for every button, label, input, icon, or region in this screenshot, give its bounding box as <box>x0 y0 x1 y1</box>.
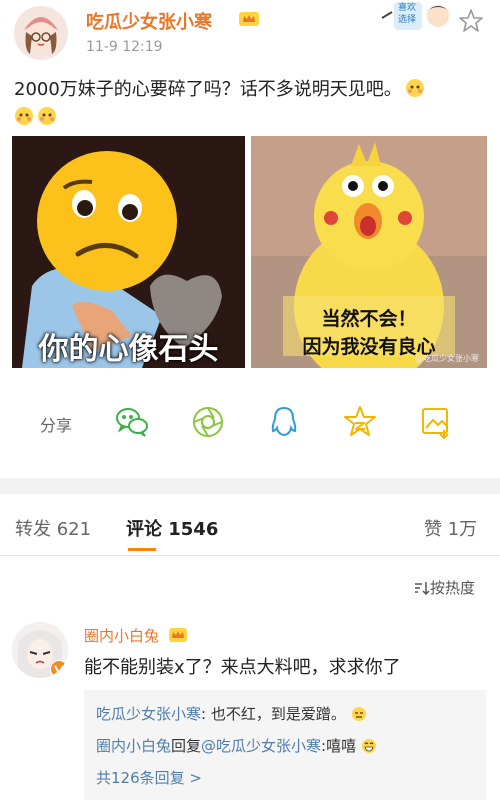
reply-2-mention[interactable]: @吃瓜少女张小寒 <box>201 737 321 755</box>
reply-2-text: :嘻嘻 <box>321 737 357 755</box>
reply-1-author[interactable]: 吃瓜少女张小寒 <box>96 705 201 723</box>
verified-v-icon <box>50 660 68 678</box>
tab-likes[interactable]: 赞 1万 <box>424 515 477 541</box>
speechless-emoji-icon <box>351 706 367 722</box>
image-2-watermark: @吃瓜少女张小寒 <box>415 354 479 363</box>
sort-toggle[interactable]: 按热度 <box>414 577 475 598</box>
post-text: 2000万妹子的心要碎了吗？话不多说明天见吧。 <box>14 76 484 132</box>
reply-2-mid: 回复 <box>171 737 202 755</box>
commenter-avatar[interactable] <box>12 622 68 678</box>
section-separator <box>0 478 500 494</box>
favorite-star-icon[interactable] <box>458 8 484 34</box>
grin-emoji-icon <box>361 738 377 754</box>
post-image-2[interactable]: 当然不会！ 因为我没有良心 @吃瓜少女张小寒 <box>251 136 487 368</box>
badge-text-2: 选择 <box>398 15 417 25</box>
image-2-caption-line1: 当然不会！ <box>321 308 417 330</box>
shy-emoji-icon <box>37 106 57 126</box>
post-time: 11-9 12:19 <box>86 39 163 55</box>
qzone-star-icon[interactable] <box>342 404 378 440</box>
shy-emoji-icon <box>405 78 425 98</box>
badge-text-1: 喜欢 <box>398 3 417 13</box>
moments-icon[interactable] <box>190 404 226 440</box>
share-label: 分享 <box>40 416 73 435</box>
image-1-caption: 你的心像石头 <box>38 332 219 367</box>
post-body: 2000万妹子的心要碎了吗？话不多说明天见吧。 <box>14 79 402 100</box>
post-author-name[interactable]: 吃瓜少女张小寒 <box>86 8 212 34</box>
qq-icon[interactable] <box>266 404 302 440</box>
vip-crown-icon <box>168 627 188 643</box>
sort-label: 按热度 <box>430 579 476 597</box>
tab-comments[interactable]: 评论 1546 <box>126 515 218 541</box>
reply-line-2: 圈内小白兔回复@吃瓜少女张小寒:嘻嘻 <box>96 735 377 756</box>
post-image-1[interactable]: 你的心像石头 <box>12 136 245 368</box>
vip-crown-icon <box>238 10 260 28</box>
comment-text: 能不能别装x了？来点大料吧，求求你了 <box>84 657 401 678</box>
comment-author-name[interactable]: 圈内小白兔 <box>84 625 188 646</box>
author-avatar[interactable] <box>14 6 68 60</box>
more-replies-link[interactable]: 共126条回复 > <box>96 767 202 788</box>
tab-divider <box>0 555 500 556</box>
reply-line-1: 吃瓜少女张小寒: 也不红，到是爱蹭。 <box>96 703 367 724</box>
comment-author-label: 圈内小白兔 <box>84 627 160 645</box>
tab-reposts[interactable]: 转发 621 <box>15 515 91 541</box>
fan-badge[interactable]: 喜欢 选择 <box>380 0 452 34</box>
reply-1-text: : 也不红，到是爱蹭。 <box>201 705 346 723</box>
save-image-icon[interactable] <box>418 404 454 440</box>
tab-active-indicator <box>128 548 156 551</box>
sort-icon <box>414 581 430 596</box>
shy-emoji-icon <box>14 106 34 126</box>
reply-2-author[interactable]: 圈内小白兔 <box>96 737 171 755</box>
wechat-icon[interactable] <box>114 404 150 440</box>
